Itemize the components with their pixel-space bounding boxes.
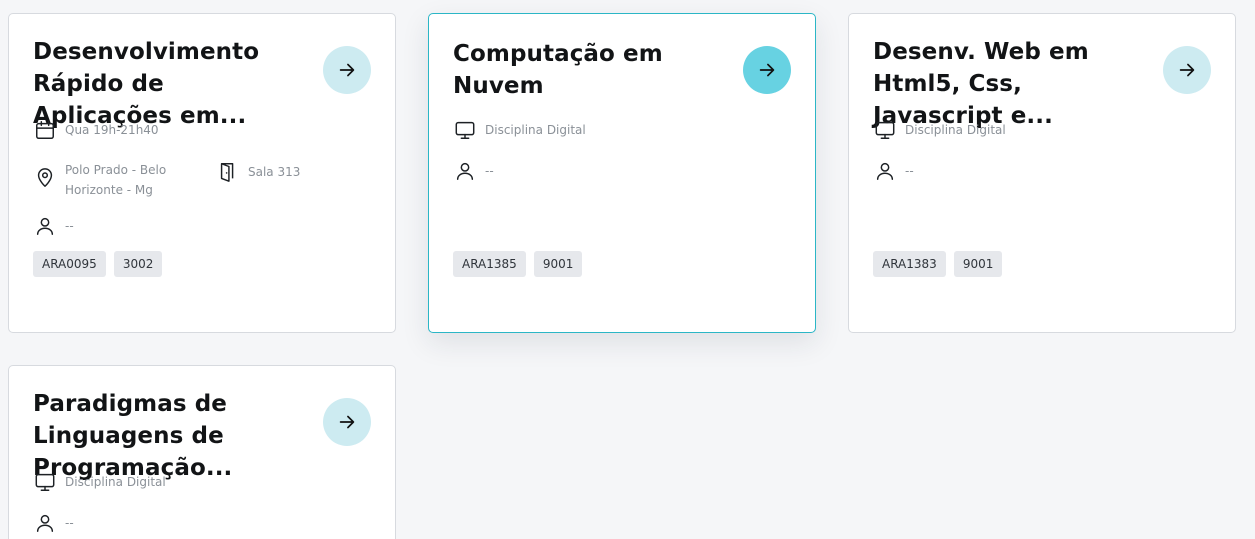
location-text: Polo Prado - Belo Horizonte - Mg (65, 163, 167, 197)
teacher-info: -- (453, 159, 494, 183)
teacher-info: -- (33, 214, 74, 238)
open-course-button[interactable] (743, 46, 791, 94)
teacher-text: -- (485, 164, 494, 178)
arrow-right-icon (336, 411, 358, 433)
teacher-text: -- (65, 219, 74, 233)
schedule-info: Qua 19h-21h40 (33, 118, 159, 142)
room-text: Sala 313 (248, 165, 301, 179)
arrow-right-icon (1176, 59, 1198, 81)
course-tags: ARA1385 9001 (453, 251, 583, 277)
modality-info: Disciplina Digital (873, 118, 1006, 142)
teacher-text: -- (65, 516, 74, 530)
user-icon (873, 159, 897, 183)
teacher-info: -- (33, 511, 74, 535)
class-code-tag: 9001 (533, 251, 583, 277)
teacher-info: -- (873, 159, 914, 183)
open-course-button[interactable] (1163, 46, 1211, 94)
course-title: Computação em Nuvem (453, 41, 663, 99)
open-course-button[interactable] (323, 46, 371, 94)
schedule-text: Qua 19h-21h40 (65, 123, 159, 137)
monitor-icon (453, 118, 477, 142)
arrow-right-icon (756, 59, 778, 81)
monitor-icon (873, 118, 897, 142)
modality-info: Disciplina Digital (33, 470, 166, 494)
user-icon (33, 214, 57, 238)
modality-text: Disciplina Digital (485, 123, 586, 137)
class-code-tag: 3002 (113, 251, 163, 277)
course-code-tag: ARA1385 (453, 251, 526, 277)
course-code-tag: ARA1383 (873, 251, 946, 277)
course-tags: ARA0095 3002 (33, 251, 163, 277)
modality-text: Disciplina Digital (65, 475, 166, 489)
course-tags: ARA1383 9001 (873, 251, 1003, 277)
course-code-tag: ARA0095 (33, 251, 106, 277)
modality-info: Disciplina Digital (453, 118, 586, 142)
room-info: Sala 313 (216, 160, 300, 184)
class-code-tag: 9001 (953, 251, 1003, 277)
course-card-ara1385[interactable]: Computação em Nuvem Disciplina Digital -… (428, 13, 816, 333)
user-icon (453, 159, 477, 183)
modality-text: Disciplina Digital (905, 123, 1006, 137)
course-card-ara1383[interactable]: Desenv. Web em Html5, Css, Javascript e.… (848, 13, 1236, 333)
teacher-text: -- (905, 164, 914, 178)
course-card-paradigmas[interactable]: Paradigmas de Linguagens de Programação.… (8, 365, 396, 539)
course-card-ara0095[interactable]: Desenvolvimento Rápido de Aplicações em.… (8, 13, 396, 333)
calendar-icon (33, 118, 57, 142)
location-pin-icon (33, 166, 57, 190)
arrow-right-icon (336, 59, 358, 81)
door-icon (216, 160, 240, 184)
location-info: Polo Prado - Belo Horizonte - Mg (33, 158, 183, 200)
open-course-button[interactable] (323, 398, 371, 446)
user-icon (33, 511, 57, 535)
monitor-icon (33, 470, 57, 494)
